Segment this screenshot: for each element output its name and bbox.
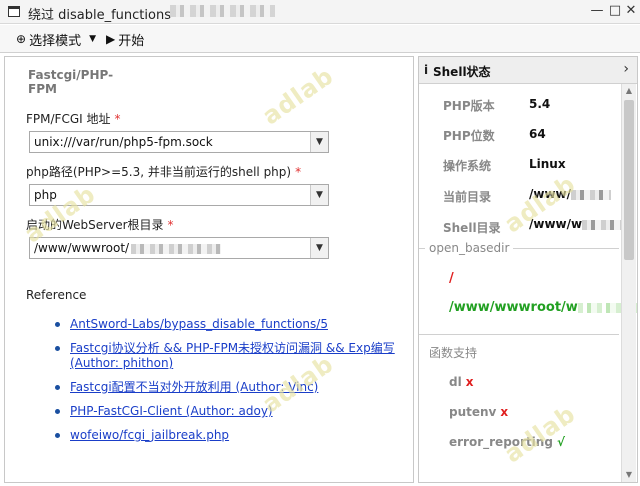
redacted-title-text [170, 5, 275, 17]
open-basedir-group: open_basedir [419, 241, 619, 255]
function-item: dl x [449, 375, 474, 389]
webroot-select[interactable]: /www/wwwroot/ ▼ [29, 237, 329, 259]
window-title: 绕过 disable_functions [28, 8, 171, 23]
select-mode-label: 选择模式 [29, 33, 82, 49]
list-item: PHP-FastCGI-Client (Author: adoy) [55, 404, 395, 419]
basedir-path: /www/wwwroot/w [449, 300, 637, 315]
chevron-down-icon[interactable]: ▼ [310, 132, 328, 152]
redacted-path [131, 243, 222, 254]
shell-status-panel: i Shell状态 › PHP版本 5.4 PHP位数 64 操作系统 Linu… [418, 56, 638, 483]
basedir-path: / [449, 271, 454, 286]
reference-link[interactable]: PHP-FastCGI-Client (Author: adoy) [70, 404, 273, 418]
list-item: AntSword-Labs/bypass_disable_functions/5 [55, 317, 395, 332]
chevron-right-icon[interactable]: › [623, 61, 629, 77]
status-mark: x [465, 375, 474, 389]
status-mark: √ [556, 435, 565, 449]
redacted-path [571, 189, 612, 200]
webroot-label: 启动的WebServer根目录 * [26, 218, 174, 232]
function-support-group: 函数支持 [419, 334, 619, 361]
redacted-path [582, 219, 623, 230]
toolbar: ⊕ 选择模式 ▼ ▶ 开始 [0, 25, 640, 53]
fpm-address-label: FPM/FCGI 地址 * [26, 112, 121, 126]
php-path-label: php路径(PHP>=5.3, 并非当前运行的shell php) * [26, 165, 302, 179]
scroll-down-icon[interactable]: ▼ [622, 468, 636, 482]
reference-link[interactable]: Fastcgi配置不当对外开放利用 (Author: Vinc) [70, 380, 318, 394]
open-basedir-label: open_basedir [425, 241, 514, 255]
info-icon: i [424, 63, 429, 77]
function-item: putenv x [449, 405, 509, 419]
function-item: error_reporting √ [449, 435, 565, 449]
info-value: /www/w [529, 217, 623, 231]
scroll-up-icon[interactable]: ▲ [622, 84, 636, 98]
info-key: 当前目录 [443, 190, 492, 204]
plus-circle-icon: ⊕ [16, 32, 27, 46]
reference-heading: Reference [26, 288, 87, 302]
section-title: Fastcgi/PHP-FPM [28, 68, 114, 96]
reference-link[interactable]: AntSword-Labs/bypass_disable_functions/5 [70, 317, 328, 331]
shell-status-header[interactable]: i Shell状态 › [419, 57, 637, 84]
minimize-button[interactable]: — [588, 2, 606, 20]
function-support-label: 函数支持 [425, 344, 482, 361]
select-mode-dropdown[interactable]: ⊕ 选择模式 ▼ [16, 30, 96, 49]
vertical-scrollbar[interactable]: ▲ ▼ [621, 84, 636, 482]
chevron-down-icon[interactable]: ▼ [310, 238, 328, 258]
info-value: 5.4 [529, 97, 551, 111]
info-key: 操作系统 [443, 159, 492, 173]
list-item: Fastcgi协议分析 && PHP-FPM未授权访问漏洞 && Exp编写 (… [55, 341, 395, 371]
window-titlebar: 绕过 disable_functions — □ ✕ [0, 0, 640, 24]
shell-status-title: Shell状态 [433, 65, 491, 79]
info-value: /www/ [529, 187, 612, 201]
play-icon: ▶ [106, 32, 116, 46]
list-item: Fastcgi配置不当对外开放利用 (Author: Vinc) [55, 380, 395, 395]
info-value: Linux [529, 157, 566, 171]
list-item: wofeiwo/fcgi_jailbreak.php [55, 428, 395, 443]
reference-link[interactable]: wofeiwo/fcgi_jailbreak.php [70, 428, 229, 442]
window-icon [8, 6, 20, 17]
status-mark: x [500, 405, 509, 419]
reference-list: AntSword-Labs/bypass_disable_functions/5… [55, 317, 395, 452]
caret-down-icon: ▼ [89, 34, 96, 44]
info-key: Shell目录 [443, 221, 501, 235]
start-button[interactable]: ▶ 开始 [106, 30, 145, 49]
fpm-address-select[interactable]: unix:///var/run/php5-fpm.sock ▼ [29, 131, 329, 153]
scroll-thumb[interactable] [624, 100, 634, 260]
info-key: PHP版本 [443, 99, 495, 113]
php-path-select[interactable]: php ▼ [29, 184, 329, 206]
info-value: 64 [529, 127, 546, 141]
chevron-down-icon[interactable]: ▼ [310, 185, 328, 205]
reference-link[interactable]: Fastcgi协议分析 && PHP-FPM未授权访问漏洞 && Exp编写 (… [70, 341, 395, 370]
info-key: PHP位数 [443, 129, 495, 143]
start-label: 开始 [118, 33, 145, 49]
close-button[interactable]: ✕ [622, 2, 640, 20]
bypass-form-panel: Fastcgi/PHP-FPM FPM/FCGI 地址 * unix:///var… [4, 56, 414, 483]
